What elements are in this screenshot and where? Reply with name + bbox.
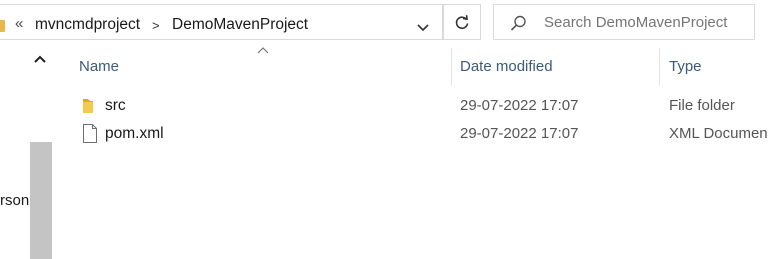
- file-date-modified: 29-07-2022 17:07: [460, 125, 579, 142]
- chevron-down-icon[interactable]: [417, 19, 429, 37]
- folder-icon: [83, 99, 93, 113]
- scrollbar-thumb[interactable]: [30, 142, 52, 259]
- file-date-modified: 29-07-2022 17:07: [460, 97, 579, 114]
- breadcrumb-item-mvncmdproject[interactable]: mvncmdproject: [35, 16, 140, 34]
- refresh-button[interactable]: [443, 4, 481, 40]
- file-row-src[interactable]: src 29-07-2022 17:07 File folder: [70, 93, 768, 119]
- address-bar[interactable]: « mvncmdproject > DemoMavenProject: [0, 4, 443, 40]
- scroll-up-arrow-icon[interactable]: [33, 54, 47, 64]
- sort-ascending-icon: [257, 47, 269, 54]
- refresh-icon: [455, 15, 469, 30]
- file-name[interactable]: src: [105, 97, 126, 115]
- column-divider[interactable]: [451, 48, 452, 86]
- file-name[interactable]: pom.xml: [105, 125, 164, 143]
- column-header-name[interactable]: Name: [79, 58, 119, 75]
- breadcrumb-item-demomavenproject[interactable]: DemoMavenProject: [172, 16, 308, 34]
- folder-icon: [0, 20, 5, 32]
- column-header-date-modified[interactable]: Date modified: [460, 58, 553, 75]
- nav-item-label[interactable]: rson: [0, 192, 29, 209]
- search-box[interactable]: [493, 4, 755, 40]
- search-icon: [510, 15, 526, 31]
- file-row-pom-xml[interactable]: pom.xml 29-07-2022 17:07 XML Documen: [70, 121, 768, 147]
- breadcrumb-overflow-button[interactable]: «: [15, 15, 23, 32]
- file-icon: [83, 124, 97, 143]
- column-header-type[interactable]: Type: [669, 58, 702, 75]
- file-type: XML Documen: [669, 125, 768, 142]
- file-type: File folder: [669, 97, 735, 114]
- search-input[interactable]: [544, 14, 749, 31]
- column-divider[interactable]: [659, 48, 660, 86]
- navigation-pane: rson: [0, 44, 52, 259]
- breadcrumb-separator[interactable]: >: [152, 18, 160, 33]
- address-bar-region: « mvncmdproject > DemoMavenProject: [0, 0, 768, 44]
